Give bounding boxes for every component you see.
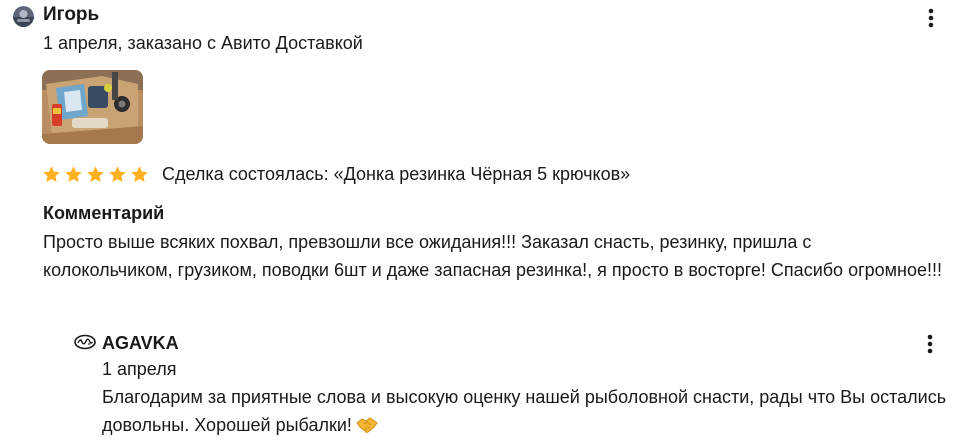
- reply-menu-button[interactable]: [920, 332, 940, 356]
- deal-info: Сделка состоялась: «Донка резинка Чёрная…: [162, 164, 631, 184]
- shop-name[interactable]: AGAVKA: [102, 331, 179, 355]
- star-icon: [65, 165, 82, 182]
- star-icon: [87, 165, 104, 182]
- star-rating: [42, 162, 149, 186]
- handshake-icon: [356, 415, 378, 435]
- reply-text: Благодарим за приятные слова и высокую о…: [102, 383, 952, 439]
- star-icon: [131, 165, 148, 182]
- reply-text-content: Благодарим за приятные слова и высокую о…: [102, 387, 947, 435]
- comment-heading: Комментарий: [43, 203, 165, 223]
- star-icon: [109, 165, 126, 182]
- star-icon: [43, 165, 60, 182]
- shop-logo-icon: [74, 333, 96, 351]
- author-name[interactable]: Игорь: [43, 3, 99, 27]
- avatar[interactable]: [13, 6, 34, 27]
- reply-date: 1 апреля: [102, 359, 177, 379]
- more-vertical-icon: [928, 8, 934, 28]
- review-photo[interactable]: [42, 70, 143, 144]
- comment-text: Просто выше всяких похвал, превзошли все…: [43, 232, 943, 280]
- review-date: 1 апреля, заказано с Авито Доставкой: [43, 33, 363, 53]
- more-vertical-icon: [927, 334, 933, 354]
- review-menu-button[interactable]: [921, 6, 941, 30]
